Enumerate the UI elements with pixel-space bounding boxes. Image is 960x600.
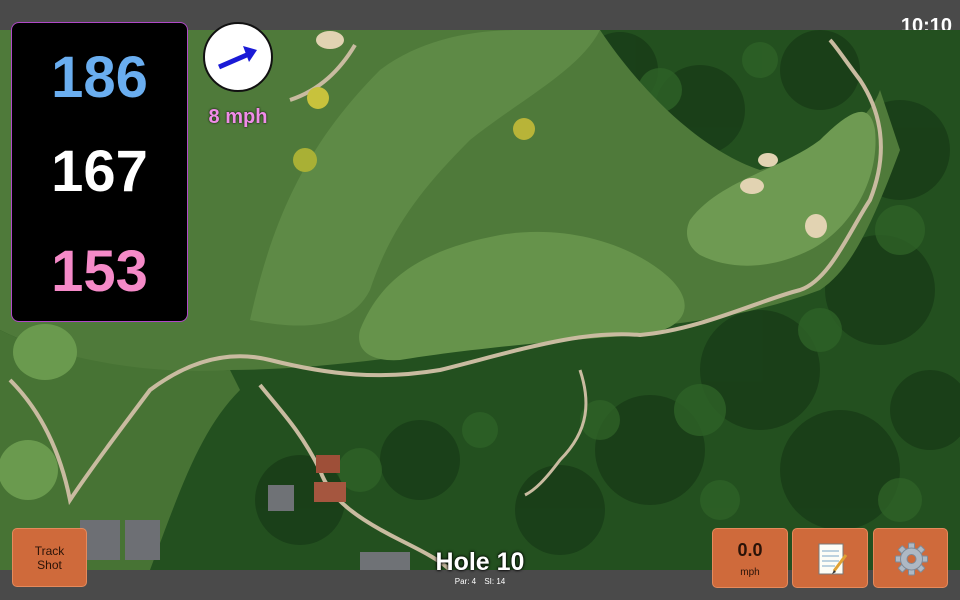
distance-front: 153	[51, 239, 148, 304]
wind-indicator	[203, 22, 273, 92]
speed-button[interactable]: 0.0 mph	[712, 528, 788, 588]
speed-value: 0.0	[737, 540, 763, 560]
track-shot-label: Track Shot	[34, 543, 65, 572]
notepad-icon	[818, 543, 848, 575]
hole-par: Par: 4	[454, 577, 477, 586]
speed-unit: mph	[740, 567, 760, 578]
wind-speed: 8 mph	[208, 106, 268, 128]
distance-back: 186	[51, 45, 148, 110]
hole-info: Par: 4 SI: 14	[380, 577, 580, 586]
hole-stroke-index: SI: 14	[484, 577, 506, 586]
track-shot-button[interactable]: Track Shot	[12, 528, 87, 587]
notes-button[interactable]	[792, 528, 868, 588]
arrow-icon	[218, 46, 257, 70]
hole-title: Hole 10	[435, 548, 525, 576]
gear-icon	[895, 542, 928, 576]
distance-panel: 186 167 153	[11, 22, 188, 322]
settings-button[interactable]	[873, 528, 948, 588]
distance-middle: 167	[51, 139, 148, 204]
